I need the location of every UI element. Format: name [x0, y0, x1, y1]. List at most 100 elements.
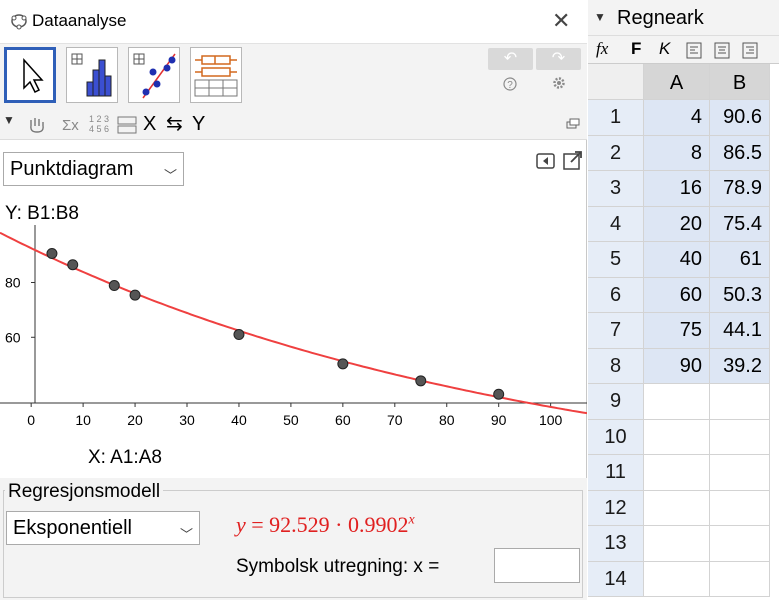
histogram-icon: [71, 53, 112, 97]
swap-y-label: Y: [192, 113, 206, 135]
x-tick-label: 10: [75, 412, 91, 428]
cell-a[interactable]: 40: [644, 242, 710, 278]
chevron-down-icon: ﹀: [163, 168, 177, 183]
two-plots-icon[interactable]: [116, 115, 138, 135]
cell-b[interactable]: 39.2: [710, 348, 770, 384]
corner-cell[interactable]: [588, 64, 644, 100]
multi-variable-analysis-button[interactable]: [190, 47, 242, 103]
row-header[interactable]: 14: [588, 561, 644, 597]
options-bar: ▼ Σx 1 2 34 5 6 X ⇆ Y: [0, 110, 587, 140]
cell-b[interactable]: [710, 455, 770, 491]
close-icon[interactable]: ✕: [552, 8, 570, 34]
row-header[interactable]: 10: [588, 419, 644, 455]
collapse-toggle-icon[interactable]: ▼: [3, 113, 15, 127]
cell-b[interactable]: 75.4: [710, 206, 770, 242]
row-header[interactable]: 7: [588, 313, 644, 349]
row-header[interactable]: 9: [588, 384, 644, 420]
cell-b[interactable]: 78.9: [710, 171, 770, 207]
row-header[interactable]: 13: [588, 526, 644, 562]
cell-a[interactable]: 20: [644, 206, 710, 242]
undo-button[interactable]: ↶: [488, 48, 533, 70]
x-ticks: 0 10 20 30 40 50 60 70 80 90 100: [27, 403, 563, 428]
x-tick-label: 0: [27, 412, 35, 428]
table-digits-bottom: 4 5 6: [89, 124, 110, 134]
regression-model-select[interactable]: Eksponentiell ﹀: [6, 511, 200, 545]
cell-a[interactable]: 90: [644, 348, 710, 384]
restore-window-icon[interactable]: [566, 118, 580, 130]
cell-a[interactable]: [644, 384, 710, 420]
move-tool-button[interactable]: [4, 47, 56, 103]
row-header[interactable]: 6: [588, 277, 644, 313]
scatter-plot: 0 10 20 30 40 50 60 70 80 90 100 60 80: [0, 225, 587, 428]
cell-b[interactable]: [710, 490, 770, 526]
data-point: [129, 289, 141, 301]
table-digits-top: 1 2 3: [89, 114, 110, 124]
swap-xy-icon[interactable]: ⇆: [166, 111, 183, 136]
cell-a[interactable]: 60: [644, 277, 710, 313]
cell-b[interactable]: 90.6: [710, 100, 770, 136]
redo-icon: ↷: [551, 50, 566, 67]
cell-a[interactable]: [644, 490, 710, 526]
row-header[interactable]: 11: [588, 455, 644, 491]
one-variable-analysis-button[interactable]: [66, 47, 118, 103]
x-tick-label: 70: [387, 412, 403, 428]
cell-a[interactable]: 8: [644, 135, 710, 171]
cell-b[interactable]: [710, 526, 770, 562]
function-button[interactable]: fx: [596, 39, 608, 59]
italic-button[interactable]: K: [659, 39, 670, 59]
cell-b[interactable]: [710, 384, 770, 420]
row-header[interactable]: 3: [588, 171, 644, 207]
formula-exponent: x: [408, 512, 415, 528]
data-point: [415, 375, 427, 387]
cursor-arrow-icon: [23, 58, 44, 94]
x-tick-label: 60: [335, 412, 351, 428]
help-icon[interactable]: ?: [503, 77, 517, 91]
geogebra-logo-icon: [11, 14, 27, 30]
alignment-icons[interactable]: [686, 42, 772, 60]
cell-a[interactable]: [644, 561, 710, 597]
x-tick-label: 20: [127, 412, 143, 428]
cell-a[interactable]: 16: [644, 171, 710, 207]
settings-gear-icon[interactable]: [551, 75, 567, 91]
data-points: [46, 247, 505, 400]
export-icon[interactable]: [562, 149, 584, 171]
cell-a[interactable]: [644, 526, 710, 562]
cell-a[interactable]: 4: [644, 100, 710, 136]
analysis-toolbar: ↶ ↷ ?: [0, 44, 587, 110]
row-header[interactable]: 8: [588, 348, 644, 384]
dialog-titlebar: Dataanalyse ✕: [0, 0, 587, 44]
column-header-b[interactable]: B: [710, 64, 770, 100]
cell-b[interactable]: 44.1: [710, 313, 770, 349]
hand-icon[interactable]: [26, 114, 48, 134]
data-point: [233, 329, 245, 341]
undo-icon: ↶: [503, 50, 518, 67]
statistics-toggle[interactable]: Σx: [62, 117, 79, 134]
regression-model-legend: Regresjonsmodell: [5, 481, 164, 503]
redo-button[interactable]: ↷: [536, 48, 581, 70]
cell-a[interactable]: [644, 419, 710, 455]
row-header[interactable]: 5: [588, 242, 644, 278]
cell-b[interactable]: [710, 419, 770, 455]
two-variable-regression-button[interactable]: [128, 47, 180, 103]
bold-button[interactable]: F: [631, 39, 641, 59]
plot-type-select[interactable]: Punktdiagram ﹀: [3, 152, 184, 186]
row-header[interactable]: 12: [588, 490, 644, 526]
cell-b[interactable]: 86.5: [710, 135, 770, 171]
show-data-toggle[interactable]: 1 2 34 5 6: [89, 114, 109, 134]
data-analysis-dialog: Dataanalyse ✕ ↶ ↷ ? ▼ Σx 1 2 34 5 6 X ⇆ …: [0, 0, 587, 600]
data-point: [493, 388, 505, 400]
data-point: [46, 247, 58, 259]
cell-b[interactable]: 61: [710, 242, 770, 278]
row-header[interactable]: 1: [588, 100, 644, 136]
row-header[interactable]: 2: [588, 135, 644, 171]
symbolic-x-input[interactable]: [494, 548, 580, 583]
formula-y: y: [236, 512, 246, 537]
cell-b[interactable]: [710, 561, 770, 597]
cell-a[interactable]: [644, 455, 710, 491]
collapse-toggle-icon[interactable]: ▼: [594, 10, 606, 24]
cell-a[interactable]: 75: [644, 313, 710, 349]
cell-b[interactable]: 50.3: [710, 277, 770, 313]
row-header[interactable]: 4: [588, 206, 644, 242]
column-header-a[interactable]: A: [644, 64, 710, 100]
toggle-panel-icon[interactable]: [536, 152, 556, 170]
